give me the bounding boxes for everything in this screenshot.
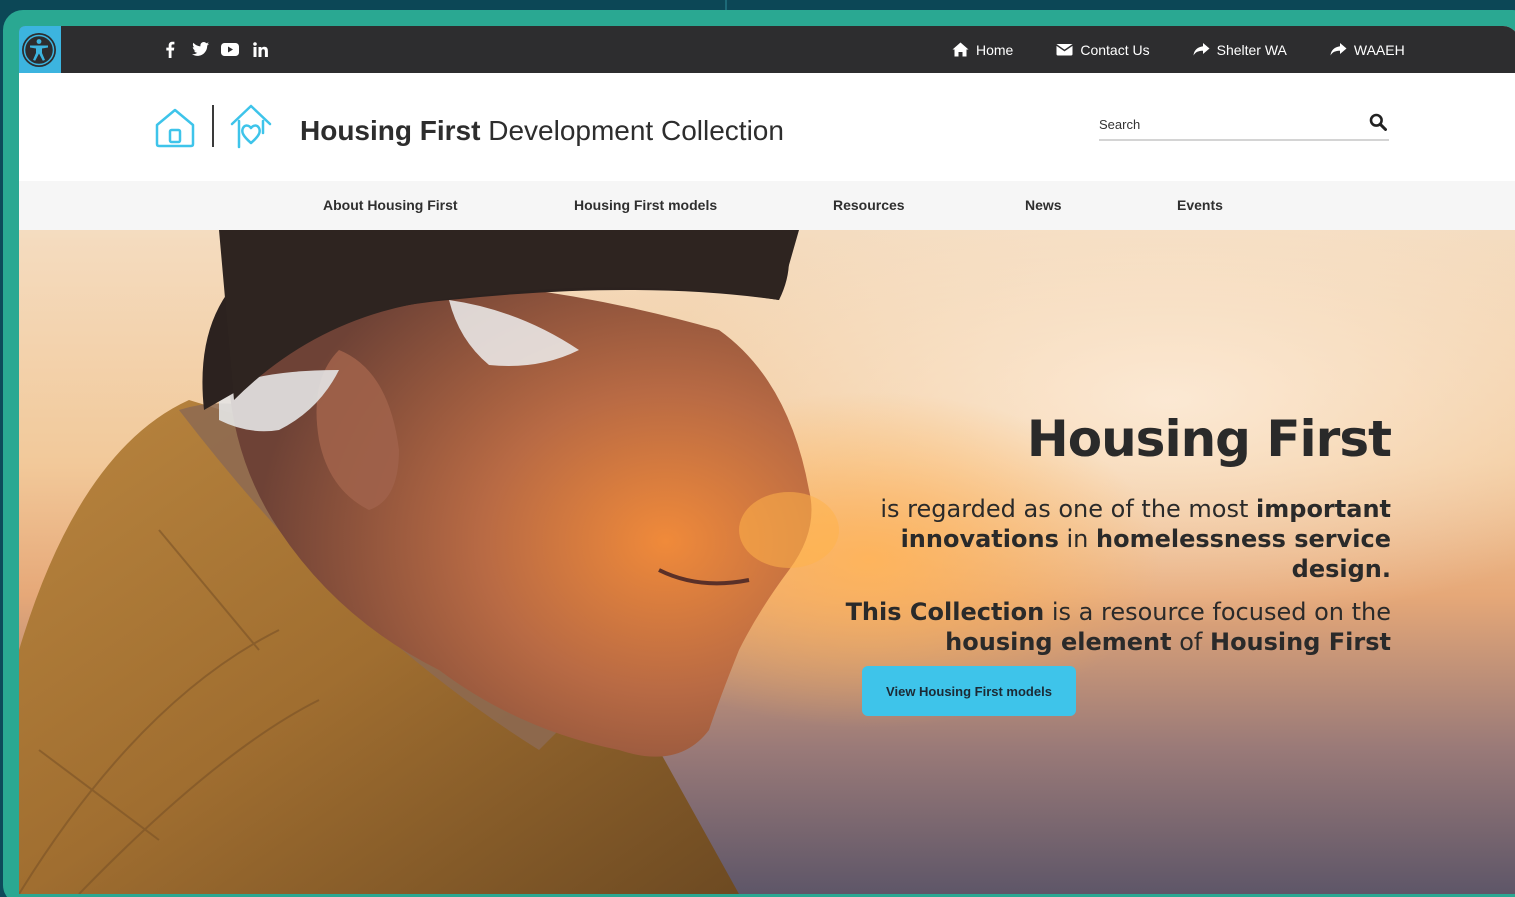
top-link-label: Contact Us	[1080, 41, 1150, 58]
top-links: Home Contact Us Shelter WA WAAEH	[952, 26, 1405, 73]
nav-item-about-housing-first[interactable]: About Housing First	[323, 197, 458, 213]
hero-p2-e: Housing First	[1209, 628, 1391, 656]
top-link-label: Home	[976, 41, 1014, 58]
search-input[interactable]	[1099, 117, 1349, 132]
accessibility-icon	[21, 32, 56, 67]
hero-p2-b: is a resource focused on the	[1044, 598, 1391, 626]
hero-p1-d: homelessness service design	[1096, 525, 1391, 583]
hero-paragraph-1: is regarded as one of the most important…	[831, 494, 1391, 584]
youtube-icon[interactable]	[215, 38, 245, 60]
top-link-label: WAAEH	[1353, 41, 1405, 58]
social-links	[155, 38, 275, 60]
nav-item-resources[interactable]: Resources	[833, 197, 905, 213]
hero-p2-a: This Collection	[845, 598, 1045, 626]
top-link-label: Shelter WA	[1216, 41, 1287, 58]
hero-image-elderly-man	[19, 230, 839, 894]
hero-p1-e: .	[1381, 555, 1391, 583]
hero-p2-c: housing element	[945, 628, 1172, 656]
view-housing-first-models-button[interactable]: View Housing First models	[862, 666, 1076, 716]
browser-viewport: Home Contact Us Shelter WA WAAEH Housing…	[19, 26, 1515, 894]
house-logo-icon[interactable]	[153, 106, 197, 150]
home-icon	[952, 42, 969, 57]
share-arrow-icon	[1193, 43, 1210, 56]
site-title-rest: Development Collection	[480, 115, 784, 146]
nav-item-news[interactable]: News	[1025, 197, 1062, 213]
main-nav: About Housing First Housing First models…	[19, 181, 1515, 230]
hero-p2-d: of	[1171, 628, 1210, 656]
top-link-contact-us[interactable]: Contact Us	[1056, 41, 1150, 58]
nav-item-events[interactable]: Events	[1177, 197, 1223, 213]
search-box	[1099, 111, 1389, 141]
top-link-waaeh[interactable]: WAAEH	[1330, 42, 1405, 58]
twitter-icon[interactable]	[185, 38, 215, 60]
hero-banner: Housing First is regarded as one of the …	[19, 230, 1515, 894]
site-title-bold: Housing First	[300, 115, 481, 146]
hero-text: Housing First is regarded as one of the …	[831, 410, 1392, 657]
site-header: Housing First Development Collection	[19, 73, 1515, 181]
logo-divider	[212, 105, 214, 147]
hero-p1-a: is regarded as one of the most	[880, 495, 1257, 523]
heart-house-logo-icon[interactable]	[229, 103, 273, 149]
hero-paragraph-2: This Collection is a resource focused on…	[831, 597, 1391, 657]
site-title[interactable]: Housing First Development Collection	[300, 115, 784, 147]
top-link-home[interactable]: Home	[952, 42, 1013, 58]
share-arrow-icon	[1330, 43, 1347, 56]
accessibility-button[interactable]	[19, 26, 61, 73]
search-icon[interactable]	[1369, 113, 1387, 131]
hero-p1-c: in	[1058, 525, 1096, 553]
envelope-icon	[1056, 44, 1074, 56]
facebook-icon[interactable]	[155, 38, 185, 60]
top-link-shelter-wa[interactable]: Shelter WA	[1193, 42, 1287, 58]
hero-title: Housing First	[1026, 410, 1392, 468]
top-bar: Home Contact Us Shelter WA WAAEH	[19, 26, 1515, 73]
nav-item-housing-first-models[interactable]: Housing First models	[574, 197, 717, 213]
linkedin-icon[interactable]	[245, 38, 275, 60]
